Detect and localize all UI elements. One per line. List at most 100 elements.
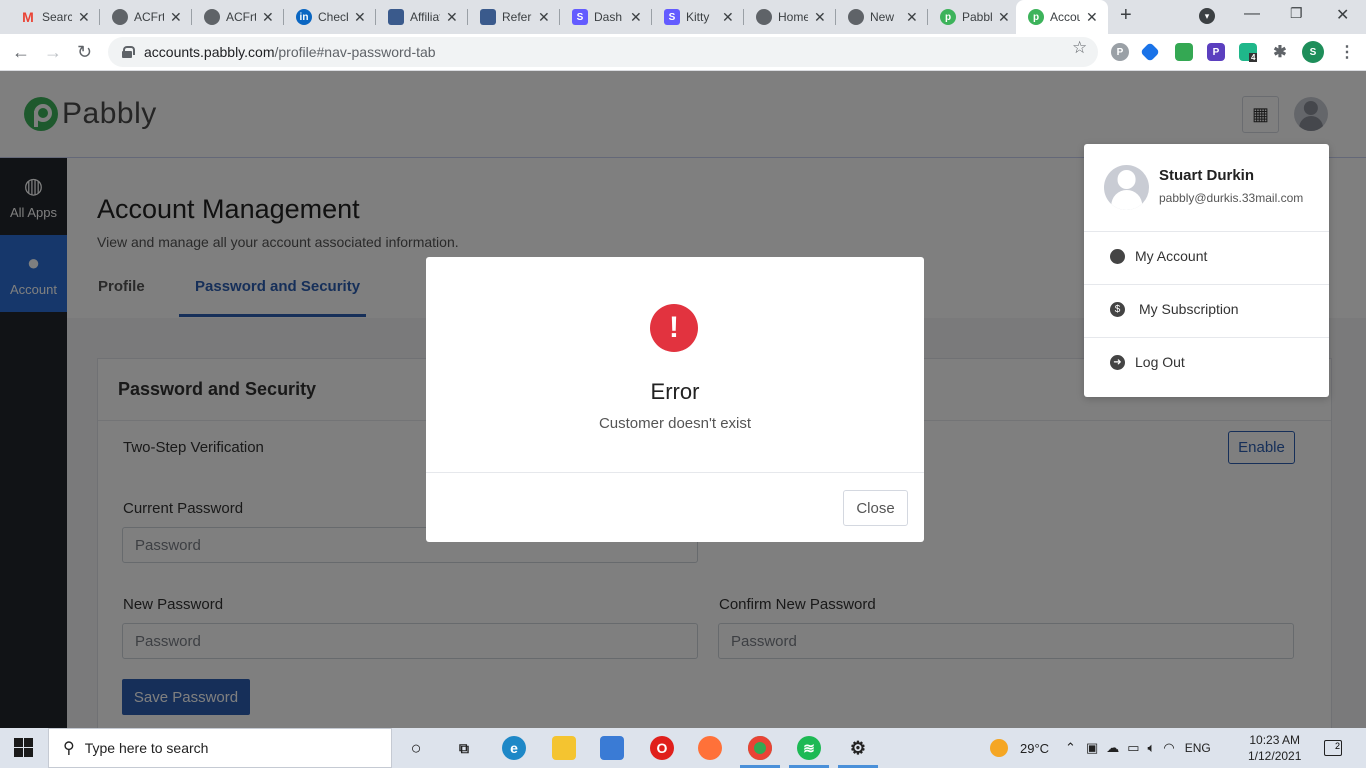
pabbly-icon: p <box>940 9 956 25</box>
tab-search-icon[interactable]: ▾ <box>1199 8 1215 24</box>
close-icon[interactable]: ✕ <box>630 9 642 26</box>
close-icon[interactable]: ✕ <box>446 9 458 26</box>
hexagon-icon <box>388 9 404 25</box>
globe-icon <box>112 9 128 25</box>
hexagon-icon <box>480 9 496 25</box>
close-icon[interactable]: ✕ <box>722 9 734 26</box>
notification-count: 2 <box>1334 741 1340 751</box>
extension-diamond-icon[interactable] <box>1140 42 1160 62</box>
extension-badge-icon[interactable]: 4 <box>1239 43 1258 62</box>
s-icon: S <box>572 9 588 25</box>
browser-tab-active[interactable]: p Account ✕ <box>1016 0 1108 34</box>
extension-folder-icon[interactable] <box>1175 43 1193 61</box>
windows-start-button[interactable] <box>14 738 34 758</box>
menu-item-label: My Subscription <box>1139 301 1239 317</box>
minimize-button[interactable]: — <box>1244 5 1260 23</box>
spotify-icon[interactable]: ≋ <box>797 736 821 760</box>
weather-temperature[interactable]: 29°C <box>1020 741 1049 756</box>
close-icon[interactable]: ✕ <box>906 9 918 26</box>
tab-title: Affiliate <box>410 10 440 24</box>
taskbar-search-box[interactable]: ⚲ Type here to search <box>48 728 392 768</box>
opera-icon[interactable]: O <box>650 736 674 760</box>
close-icon[interactable]: ✕ <box>1086 9 1098 26</box>
browser-tab[interactable]: Referral ✕ <box>468 0 560 34</box>
error-modal: ! Error Customer doesn't exist Close <box>426 257 924 542</box>
browser-tab[interactable]: ACFrt ✕ <box>192 0 284 34</box>
user-circle-icon <box>1110 248 1125 264</box>
file-explorer-icon[interactable] <box>552 736 576 760</box>
firefox-icon[interactable] <box>698 736 722 760</box>
battery-icon[interactable]: ▭ <box>1127 740 1139 756</box>
close-button[interactable]: Close <box>843 490 908 526</box>
menu-item-my-subscription[interactable]: $ My Subscription <box>1110 301 1239 317</box>
language-indicator[interactable]: ENG <box>1185 741 1211 755</box>
close-icon[interactable]: ✕ <box>78 9 90 26</box>
lock-icon <box>122 46 135 58</box>
chrome-icon <box>848 9 864 25</box>
close-icon[interactable]: ✕ <box>538 9 550 26</box>
forward-arrow-icon[interactable]: → <box>44 42 62 63</box>
globe-icon <box>204 9 220 25</box>
tab-title: Referral <box>502 10 532 24</box>
menu-item-log-out[interactable]: ➜ Log Out <box>1110 354 1185 370</box>
close-icon[interactable]: ✕ <box>262 9 274 26</box>
browser-tab[interactable]: M Search ✕ <box>8 0 100 34</box>
dollar-circle-icon: $ <box>1110 301 1125 317</box>
chevron-up-icon[interactable]: ⌃ <box>1065 740 1076 756</box>
edge-icon[interactable]: e <box>502 736 526 760</box>
tab-title: ACFrt <box>226 10 256 24</box>
clock-time: 10:23 AM <box>1249 733 1301 747</box>
tab-title: ACFrt <box>134 10 164 24</box>
tab-title: Pabbly <box>962 10 992 24</box>
notification-center-icon[interactable]: 2 <box>1324 740 1342 756</box>
restore-button[interactable]: ❐ <box>1290 5 1303 22</box>
tab-title: Kitty <box>686 10 710 24</box>
page-content: Pabbly ▦ ◍All Apps ●Account Account Mana… <box>0 71 1366 728</box>
browser-tab[interactable]: p Pabbly ✕ <box>928 0 1020 34</box>
close-icon[interactable]: ✕ <box>170 9 182 26</box>
clock-date: 1/12/2021 <box>1248 749 1302 763</box>
chrome-menu-icon[interactable]: ⋮ <box>1338 43 1356 61</box>
clock[interactable]: 10:23 AM 1/12/2021 <box>1248 732 1301 764</box>
wifi-icon[interactable]: ◠ <box>1163 740 1174 756</box>
meet-icon[interactable]: ▣ <box>1086 740 1098 756</box>
close-window-button[interactable]: ✕ <box>1336 5 1349 25</box>
modal-message: Customer doesn't exist <box>598 415 752 432</box>
browser-tab[interactable]: in Check ✕ <box>284 0 376 34</box>
browser-tab[interactable]: ACFrt ✕ <box>100 0 192 34</box>
profile-avatar[interactable]: S <box>1302 41 1324 63</box>
browser-tab[interactable]: Home ✕ <box>744 0 836 34</box>
browser-tab[interactable]: S Dash ✕ <box>560 0 652 34</box>
back-arrow-icon[interactable]: ← <box>12 42 30 63</box>
weather-sun-icon[interactable] <box>990 739 1008 757</box>
extension-p-icon[interactable]: P <box>1111 43 1129 61</box>
close-icon[interactable]: ✕ <box>354 9 366 26</box>
store-icon[interactable] <box>600 736 624 760</box>
browser-tab[interactable]: New ✕ <box>836 0 928 34</box>
browser-tab[interactable]: S Kitty ✕ <box>652 0 744 34</box>
chrome-icon[interactable] <box>748 736 772 760</box>
exclamation-icon: ! <box>650 304 698 352</box>
puzzle-extensions-icon[interactable]: ✱ <box>1271 43 1289 61</box>
gmail-icon: M <box>22 9 34 25</box>
user-name: Stuart Durkin <box>1159 167 1255 184</box>
bookmark-star-icon[interactable]: ☆ <box>1072 38 1087 58</box>
cortana-icon[interactable]: ○ <box>404 736 428 760</box>
browser-tab[interactable]: Affiliate ✕ <box>376 0 468 34</box>
menu-item-my-account[interactable]: My Account <box>1110 248 1207 264</box>
windows-taskbar: ⚲ Type here to search ○ ⧉ e O ≋ ⚙ 29°C ⌃ … <box>0 728 1366 768</box>
volume-icon[interactable]: 🔈︎ <box>1148 740 1156 756</box>
settings-gear-icon[interactable]: ⚙ <box>846 736 870 760</box>
user-email: pabbly@durkis.33mail.com <box>1159 191 1304 205</box>
close-icon[interactable]: ✕ <box>998 9 1010 26</box>
onedrive-icon[interactable]: ☁ <box>1106 740 1119 756</box>
task-view-icon[interactable]: ⧉ <box>452 736 476 760</box>
reload-icon[interactable]: ↻ <box>77 42 92 63</box>
new-tab-button[interactable]: + <box>1120 4 1132 27</box>
search-icon: ⚲ <box>63 740 75 757</box>
address-bar[interactable]: accounts.pabbly.com/profile#nav-password… <box>108 37 1098 67</box>
menu-item-label: My Account <box>1135 248 1208 264</box>
extension-p-purple-icon[interactable]: P <box>1207 43 1225 61</box>
tab-title: New <box>870 10 895 24</box>
close-icon[interactable]: ✕ <box>814 9 826 26</box>
